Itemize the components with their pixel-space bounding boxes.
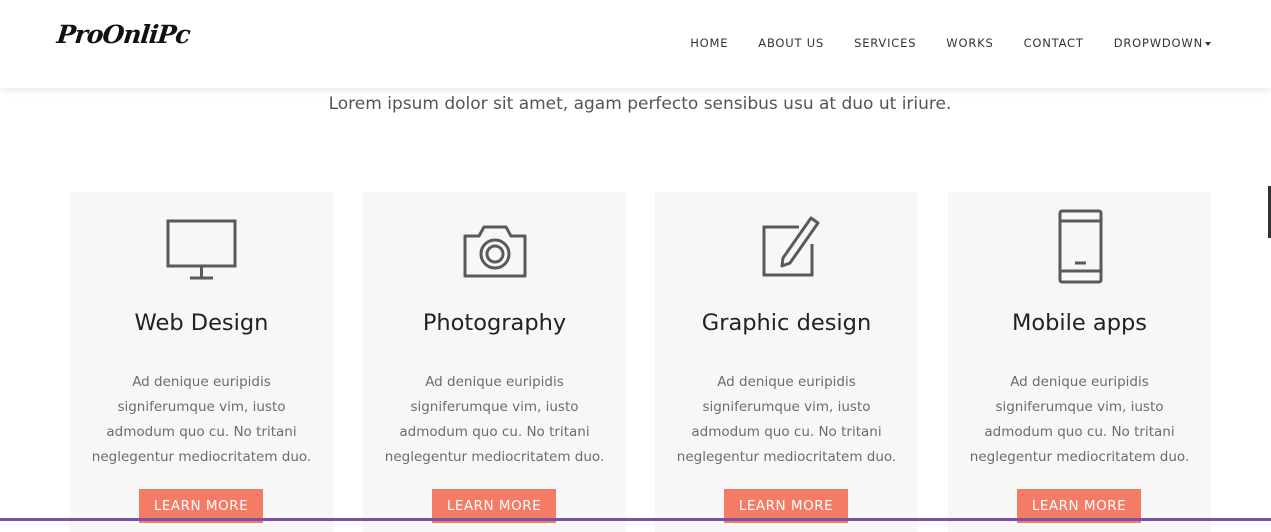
section-subtitle: Lorem ipsum dolor sit amet, agam perfect… xyxy=(328,94,952,114)
mobile-phone-icon xyxy=(948,209,1211,284)
service-card-web-design: Web Design Ad denique euripidis signifer… xyxy=(70,192,333,532)
service-card-photography: Photography Ad denique euripidis signife… xyxy=(363,192,626,532)
service-title: Web Design xyxy=(134,310,269,336)
main-nav: HOME ABOUT US SERVICES WORKS CONTACT DRO… xyxy=(690,36,1211,50)
service-title: Photography xyxy=(422,310,567,336)
nav-item-works[interactable]: WORKS xyxy=(946,36,993,50)
service-description: Ad denique euripidis signiferumque vim, … xyxy=(969,374,1190,465)
nav-item-dropdown-label: DROPWDOWN xyxy=(1113,36,1203,50)
top-navbar: ProOnliPc HOME ABOUT US SERVICES WORKS C… xyxy=(0,0,1271,88)
nav-item-services[interactable]: SERVICES xyxy=(854,36,916,50)
service-card-graphic-design: Graphic design Ad denique euripidis sign… xyxy=(655,192,918,532)
nav-item-home[interactable]: HOME xyxy=(690,36,728,50)
brand-logo[interactable]: ProOnliPc xyxy=(55,20,191,49)
monitor-icon xyxy=(70,214,333,284)
service-description: Ad denique euripidis signiferumque vim, … xyxy=(91,374,312,465)
service-description: Ad denique euripidis signiferumque vim, … xyxy=(384,374,605,465)
service-title: Mobile apps xyxy=(1011,310,1148,336)
camera-icon xyxy=(363,214,626,284)
nav-item-about-us[interactable]: ABOUT US xyxy=(758,36,824,50)
edit-pencil-icon xyxy=(655,214,918,284)
service-title: Graphic design xyxy=(701,310,872,336)
nav-item-dropdown[interactable]: DROPWDOWN xyxy=(1114,36,1211,50)
nav-item-contact[interactable]: CONTACT xyxy=(1024,36,1084,50)
caret-down-icon xyxy=(1205,41,1211,46)
service-description: Ad denique euripidis signiferumque vim, … xyxy=(676,374,897,465)
service-card-mobile-apps: Mobile apps Ad denique euripidis signife… xyxy=(948,192,1211,532)
